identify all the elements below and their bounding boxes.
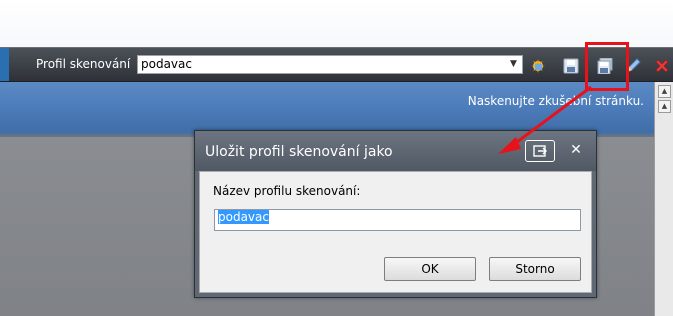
dialog-title: Uložit profil skenování jako	[205, 144, 393, 160]
ok-button[interactable]: OK	[384, 257, 476, 281]
top-blank-area	[0, 0, 673, 47]
profile-name-input[interactable]: podavac	[214, 209, 581, 231]
dialog-body: Název profilu skenování: podavac OK Stor…	[199, 171, 592, 293]
window-restore-icon	[533, 145, 547, 157]
save-profile-dialog: Uložit profil skenování jako ✕ Název pro…	[194, 130, 597, 298]
delete-icon[interactable]	[654, 58, 670, 74]
cancel-button[interactable]: Storno	[489, 257, 581, 281]
scan-toolbar: Profil skenování podavac ▼	[0, 47, 673, 82]
toolbar-edge	[0, 48, 9, 81]
vertical-scrollbar[interactable]: ▲ ▲	[654, 82, 673, 316]
profile-name-label: Název profilu skenování:	[213, 184, 361, 198]
hint-text: Naskenujte zkušební stránku.	[467, 94, 644, 108]
annotation-highlight-box	[585, 42, 629, 91]
profile-value: podavac	[141, 57, 192, 71]
dialog-close-button[interactable]: ✕	[567, 141, 585, 159]
scroll-up-icon[interactable]: ▲	[658, 85, 671, 98]
profile-name-value: podavac	[218, 210, 269, 224]
dialog-titlebar[interactable]: Uložit profil skenování jako ✕	[195, 131, 596, 171]
close-icon: ✕	[570, 142, 582, 158]
save-icon[interactable]	[563, 58, 579, 74]
scan-icon[interactable]	[530, 58, 546, 74]
scroll-up-alt-icon[interactable]: ▲	[658, 100, 671, 113]
profile-label: Profil skenování	[36, 57, 131, 71]
dialog-restore-button[interactable]	[525, 140, 555, 162]
dropdown-arrow-icon[interactable]: ▼	[507, 58, 520, 71]
profile-dropdown[interactable]: podavac ▼	[137, 55, 523, 74]
